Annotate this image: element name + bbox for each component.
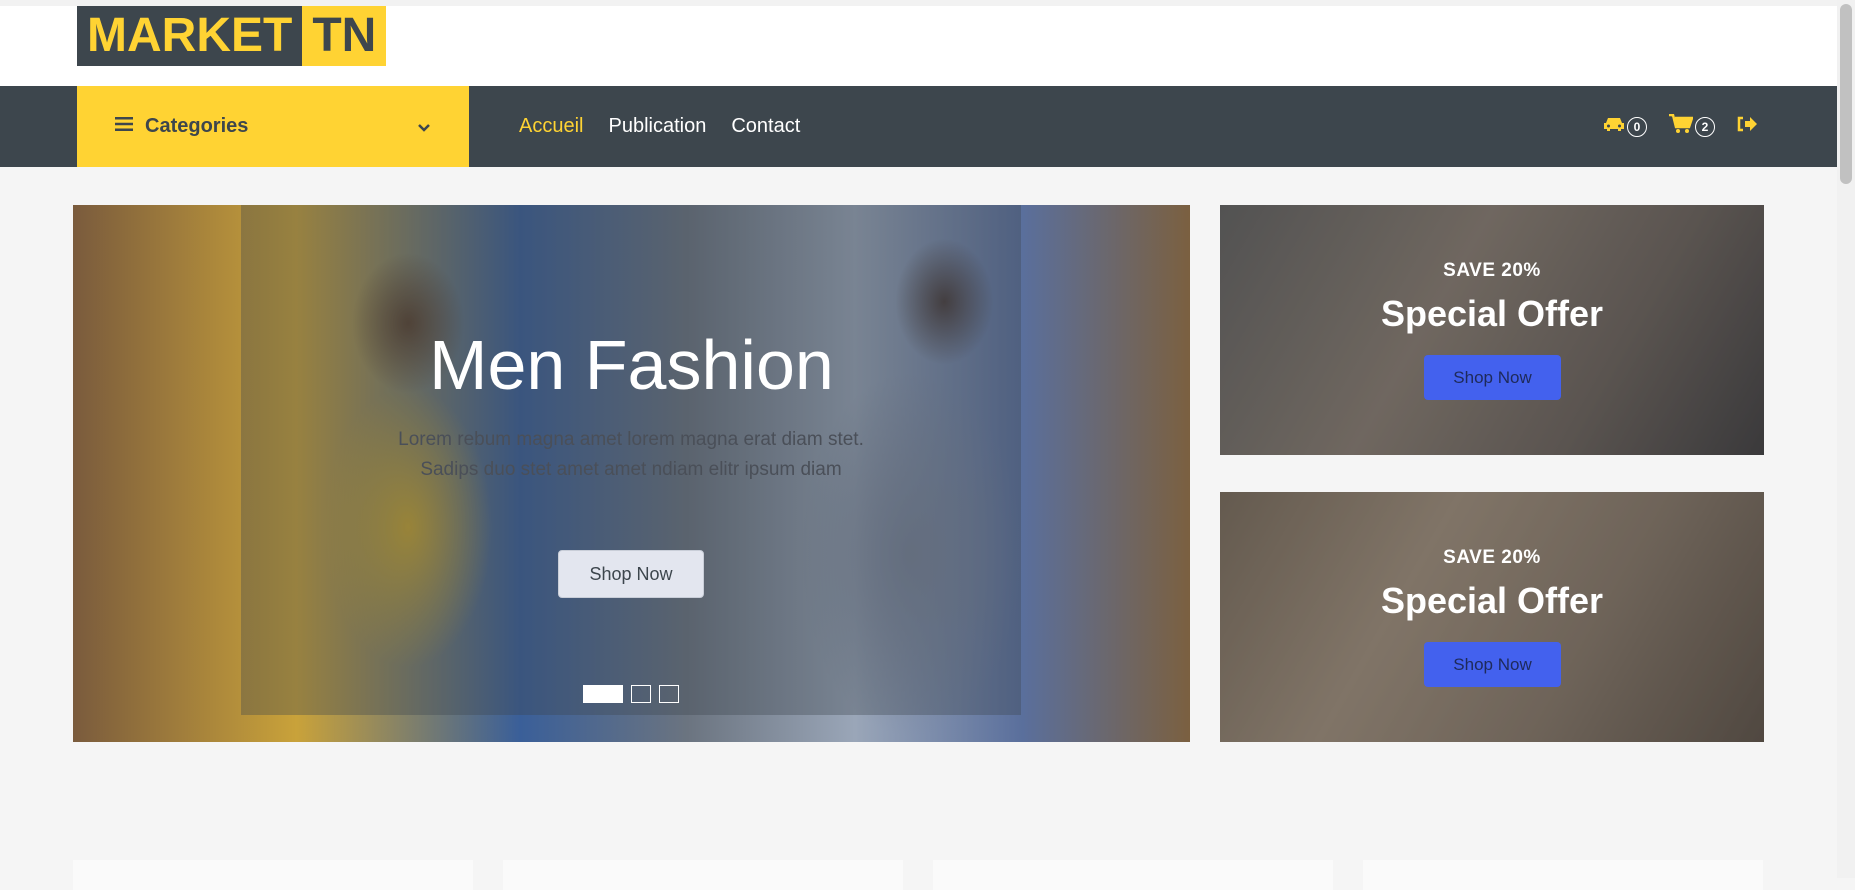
chevron-down-icon [417, 118, 431, 141]
offer-shop-now-button[interactable]: Shop Now [1424, 355, 1561, 400]
cart-count-badge: 2 [1695, 116, 1715, 137]
offer-save-text: SAVE 20% [1443, 547, 1541, 568]
feature-card [1363, 860, 1763, 890]
main-navbar: Categories Accueil Publication Contact 0… [0, 86, 1837, 167]
logo-part-market: MARKET [77, 6, 303, 66]
feature-card [933, 860, 1333, 890]
nav-link-publication[interactable]: Publication [608, 115, 706, 138]
carousel-indicator-1[interactable] [583, 685, 623, 703]
offer-banner-1: SAVE 20% Special Offer Shop Now [1220, 205, 1764, 455]
categories-dropdown[interactable]: Categories [77, 86, 469, 167]
feature-card [503, 860, 903, 890]
carousel-indicator-3[interactable] [659, 685, 679, 703]
car-button[interactable]: 0 [1603, 116, 1647, 137]
offer-title: Special Offer [1380, 580, 1604, 621]
logout-button[interactable] [1737, 116, 1757, 137]
categories-label: Categories [145, 115, 249, 137]
nav-link-contact[interactable]: Contact [731, 115, 800, 138]
logo-part-tn: TN [302, 6, 387, 66]
site-header: MARKET TN [0, 6, 1837, 86]
header-icons: 0 2 [1603, 86, 1757, 167]
offer-banner-2: SAVE 20% Special Offer Shop Now [1220, 492, 1764, 742]
offer-shop-now-button[interactable]: Shop Now [1424, 642, 1561, 687]
hero-description: Lorem rebum magna amet lorem magna erat … [398, 429, 864, 480]
carousel-indicators [583, 685, 679, 703]
offer-title: Special Offer [1380, 293, 1604, 334]
car-icon [1603, 116, 1625, 137]
offer-save-text: SAVE 20% [1443, 260, 1541, 281]
site-logo[interactable]: MARKET TN [77, 6, 387, 66]
hero-title: Men Fashion [429, 326, 834, 404]
carousel-indicator-2[interactable] [631, 685, 651, 703]
scrollbar-thumb[interactable] [1840, 4, 1852, 184]
hero-shop-now-button[interactable]: Shop Now [558, 550, 704, 598]
menu-icon [115, 115, 133, 138]
car-count-badge: 0 [1627, 116, 1647, 137]
feature-cards [73, 860, 1763, 890]
nav-link-accueil[interactable]: Accueil [519, 115, 583, 138]
shopping-cart-icon [1669, 113, 1694, 139]
sign-out-icon [1737, 116, 1757, 137]
nav-links: Accueil Publication Contact [519, 86, 825, 167]
page-scrollbar[interactable] [1837, 0, 1855, 878]
hero-carousel[interactable]: Men Fashion Lorem rebum magna amet lorem… [73, 205, 1190, 742]
feature-card [73, 860, 473, 890]
cart-button[interactable]: 2 [1669, 113, 1715, 139]
